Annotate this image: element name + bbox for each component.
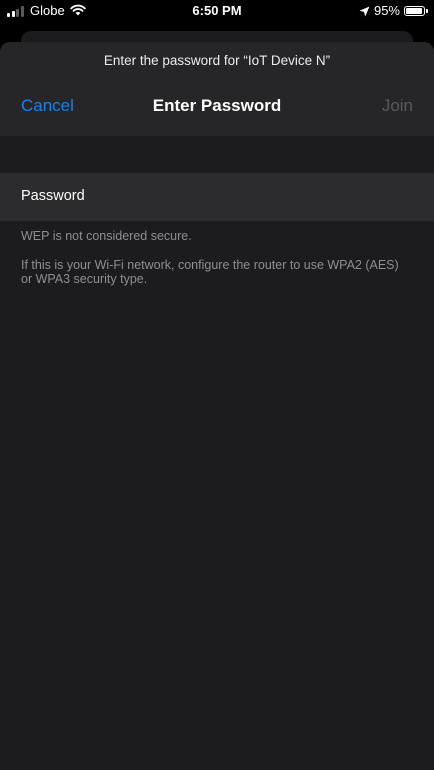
battery-percent: 95%	[373, 3, 400, 18]
battery-level	[406, 8, 423, 14]
status-bar: Globe 6:50 PM 95%	[0, 0, 434, 22]
security-recommendation: If this is your Wi-Fi network, configure…	[21, 258, 399, 286]
screen: Globe 6:50 PM 95% Enter the password for…	[0, 0, 434, 770]
password-row[interactable]: Password	[0, 173, 434, 221]
password-label: Password	[21, 188, 85, 204]
security-warning: WEP is not considered secure.	[21, 229, 192, 243]
sheet-header: Enter the password for “IoT Device N” Ca…	[0, 42, 434, 136]
battery-cap	[426, 9, 428, 13]
battery-icon	[404, 6, 425, 16]
password-sheet: Enter the password for “IoT Device N” Ca…	[0, 42, 434, 770]
password-field[interactable]	[120, 181, 418, 215]
location-arrow-icon	[359, 6, 370, 17]
sheet-title: Enter Password	[152, 96, 282, 115]
join-button[interactable]: Join	[382, 96, 413, 116]
sheet-prompt: Enter the password for “IoT Device N”	[103, 53, 331, 68]
status-bar-right: 95%	[359, 3, 428, 19]
